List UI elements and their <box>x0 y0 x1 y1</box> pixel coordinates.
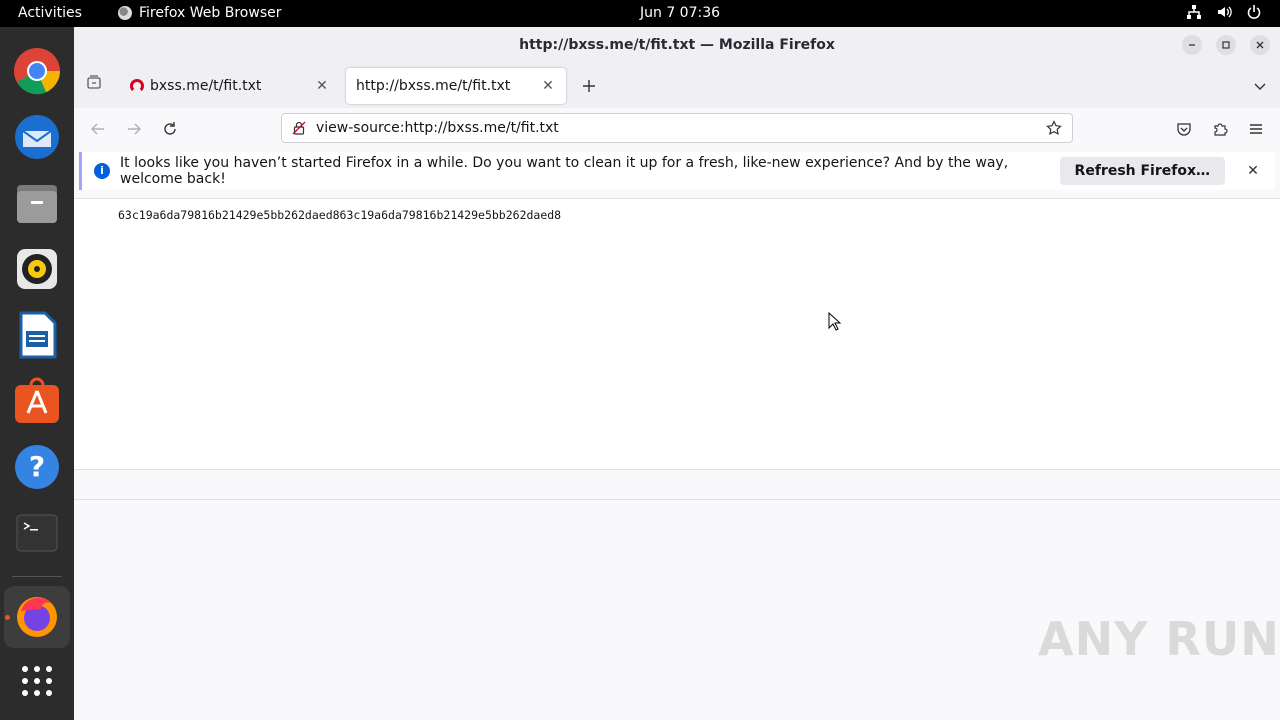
minimize-button[interactable] <box>1182 35 1202 55</box>
tab-bxss-2-active[interactable]: http://bxss.me/t/fit.txt ✕ <box>346 68 566 104</box>
notification-message: It looks like you haven’t started Firefo… <box>120 155 1009 187</box>
system-tray[interactable] <box>1186 4 1262 20</box>
app-menu[interactable]: Firefox Web Browser <box>118 5 282 21</box>
url-text[interactable]: view-source:http://bxss.me/t/fit.txt <box>316 120 1046 136</box>
extensions-puzzle-icon[interactable] <box>1207 116 1233 142</box>
page-error-icon <box>130 79 144 93</box>
close-tab-icon[interactable]: ✕ <box>540 78 556 94</box>
tab-overview-button[interactable] <box>81 69 107 95</box>
mouse-cursor-icon <box>828 312 842 331</box>
running-indicator <box>5 615 10 620</box>
hamburger-menu-icon[interactable] <box>1243 116 1269 142</box>
files-icon[interactable] <box>13 179 61 227</box>
source-text: 63c19a6da79816b21429e5bb262daed863c19a6d… <box>118 208 562 222</box>
tab-label: bxss.me/t/fit.txt <box>150 78 262 94</box>
chrome-icon[interactable] <box>13 47 61 95</box>
pocket-icon[interactable] <box>1171 116 1197 142</box>
dock-separator <box>12 576 62 577</box>
firefox-icon[interactable] <box>13 593 61 641</box>
tab-bar: bxss.me/t/fit.txt ✕ http://bxss.me/t/fit… <box>74 64 1280 108</box>
dock: ? <box>0 27 74 720</box>
devtools-panel-area <box>74 469 1280 720</box>
app-name: Firefox Web Browser <box>139 5 282 21</box>
tab-label: http://bxss.me/t/fit.txt <box>356 78 511 94</box>
terminal-icon[interactable] <box>13 509 61 557</box>
activities-button[interactable]: Activities <box>18 5 82 21</box>
app-grid-icon[interactable] <box>13 657 61 705</box>
clock[interactable]: Jun 7 07:36 <box>640 5 720 21</box>
window-titlebar[interactable]: http://bxss.me/t/fit.txt — Mozilla Firef… <box>74 27 1280 64</box>
svg-text:?: ? <box>29 450 45 483</box>
refresh-firefox-button[interactable]: Refresh Firefox… <box>1059 157 1225 185</box>
help-icon[interactable]: ? <box>13 443 61 491</box>
close-tab-icon[interactable]: ✕ <box>314 78 330 94</box>
navigation-toolbar: view-source:http://bxss.me/t/fit.txt <box>74 108 1280 149</box>
insecure-lock-icon[interactable] <box>292 121 306 135</box>
bookmark-star-icon[interactable] <box>1046 120 1062 136</box>
power-icon[interactable] <box>1246 4 1262 20</box>
url-bar[interactable]: view-source:http://bxss.me/t/fit.txt <box>281 113 1073 143</box>
maximize-button[interactable] <box>1216 35 1236 55</box>
gnome-top-bar: Activities Firefox Web Browser Jun 7 07:… <box>0 0 1280 27</box>
divider <box>74 499 1280 500</box>
close-notification-icon[interactable]: ✕ <box>1243 163 1263 179</box>
network-icon[interactable] <box>1186 4 1202 20</box>
reload-icon[interactable] <box>157 116 183 142</box>
close-window-button[interactable] <box>1250 35 1270 55</box>
firefox-small-icon <box>118 6 132 20</box>
thunderbird-icon[interactable] <box>13 113 61 161</box>
software-icon[interactable] <box>13 377 61 425</box>
info-icon: i <box>94 163 110 179</box>
list-all-tabs-chevron-down-icon[interactable] <box>1247 73 1273 99</box>
rhythmbox-icon[interactable] <box>13 245 61 293</box>
new-tab-button[interactable] <box>576 73 602 99</box>
tab-bxss-1[interactable]: bxss.me/t/fit.txt ✕ <box>120 68 340 104</box>
window-title: http://bxss.me/t/fit.txt — Mozilla Firef… <box>519 37 835 53</box>
writer-icon[interactable] <box>13 311 61 359</box>
forward-arrow-icon[interactable] <box>121 116 147 142</box>
back-arrow-icon[interactable] <box>85 116 111 142</box>
view-source-content: 63c19a6da79816b21429e5bb262daed863c19a6d… <box>74 198 1280 469</box>
anyrun-watermark: ANY RUN <box>1038 612 1280 666</box>
volume-icon[interactable] <box>1216 4 1232 20</box>
refresh-firefox-notification: i It looks like you haven’t started Fire… <box>79 152 1275 190</box>
